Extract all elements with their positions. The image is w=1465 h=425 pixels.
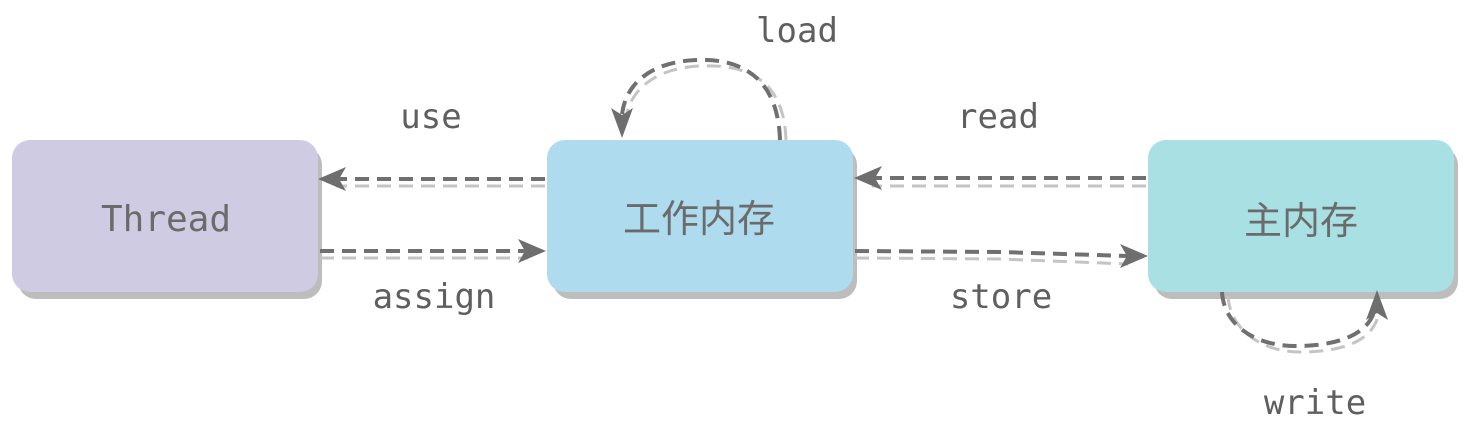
- load-loop-arrow-shadow: [624, 64, 788, 141]
- thread-node-label: Thread: [101, 199, 231, 240]
- read-label: read: [957, 97, 1039, 137]
- main-memory-node: 主内存: [1148, 140, 1458, 299]
- working-memory-node-label: 工作内存: [623, 197, 775, 241]
- store-arrow-shadow: [854, 256, 1129, 266]
- load-label: load: [756, 11, 838, 51]
- load-loop-arrow: [611, 57, 788, 141]
- load-loop-arrow-line: [620, 57, 782, 141]
- use-arrow: [318, 167, 545, 191]
- thread-node: Thread: [12, 140, 322, 299]
- write-loop-arrow-line: [1220, 291, 1376, 349]
- assign-arrow: [320, 239, 546, 263]
- assign-label: assign: [373, 277, 496, 317]
- working-memory-node: 工作内存: [547, 140, 857, 299]
- store-arrow-line: [854, 249, 1129, 258]
- use-label: use: [400, 97, 461, 137]
- write-loop-arrow-shadow: [1226, 295, 1380, 354]
- write-loop-arrow: [1220, 290, 1388, 354]
- store-arrow: [854, 244, 1148, 268]
- store-label: store: [950, 277, 1052, 317]
- write-label: write: [1264, 383, 1366, 423]
- memory-model-diagram: Thread 工作内存 主内存 use assign read store lo…: [12, 11, 1458, 423]
- read-arrow: [854, 166, 1146, 190]
- main-memory-node-label: 主内存: [1244, 199, 1358, 243]
